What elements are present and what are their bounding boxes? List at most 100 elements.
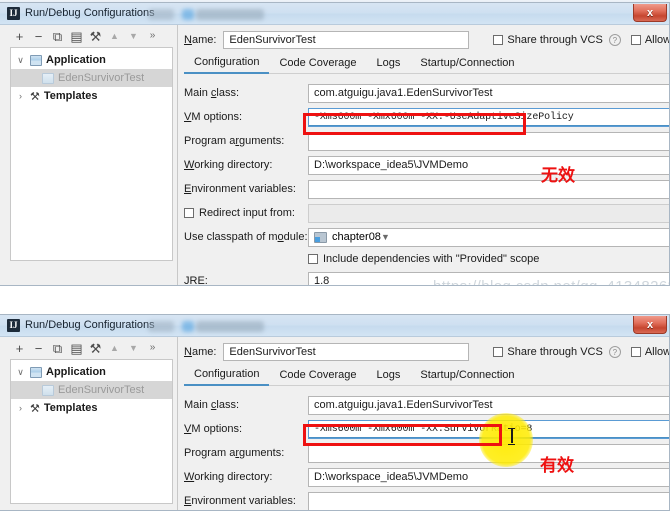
use-classpath-row: Use classpath of module: chapter08 ▼ [184,225,669,249]
main-class-input[interactable]: com.atguigu.java1.EdenSurvivorTest [308,83,669,103]
working-directory-input[interactable]: D:\workspace_idea5\JVMDemo ▼ [308,467,669,487]
tab-logs[interactable]: Logs [367,57,411,73]
idea-icon: IJ [7,319,20,332]
include-dependencies-checkbox[interactable]: Include dependencies with "Provided" sco… [308,253,669,265]
move-up-icon[interactable]: ▲ [105,339,124,357]
application-icon [30,366,42,378]
checkbox-box[interactable] [630,347,641,357]
expander-icon[interactable]: › [15,91,26,101]
expander-icon[interactable]: › [15,403,26,413]
csdn-watermark: https://blog.csdn.net/qq_41348268 [433,278,669,285]
name-input[interactable]: EdenSurvivorTest [223,31,470,49]
redirect-input-field [308,203,669,223]
copy-configuration-icon[interactable]: ⧉ [48,339,67,357]
tree-item-templates[interactable]: › ⚒ Templates [11,87,172,105]
redirect-input-checkbox[interactable] [184,208,194,218]
tree-item-application[interactable]: ∨ Application [11,363,172,381]
tree-item-label: EdenSurvivorTest [58,384,145,396]
include-dependencies-label: Include dependencies with "Provided" sco… [323,253,540,265]
title-bar-top[interactable]: IJ Run/Debug Configurations x [0,3,669,25]
name-input[interactable]: EdenSurvivorTest [223,343,470,361]
share-through-vcs-checkbox[interactable]: Share through VCS [493,34,603,46]
tab-startup-connection[interactable]: Startup/Connection [410,57,524,73]
configurations-sidebar: + − ⧉ ▤ ⚒ ▲ ▼ » ∨ Application EdenSurviv… [0,337,178,510]
sidebar-toolbar: + − ⧉ ▤ ⚒ ▲ ▼ » [0,337,177,359]
idea-icon: IJ [7,7,20,20]
configurations-tree[interactable]: ∨ Application EdenSurvivorTest › ⚒ Templ… [10,359,173,504]
run-debug-configurations-window-top: IJ Run/Debug Configurations x + − ⧉ ▤ ⚒ … [0,2,670,286]
tab-logs[interactable]: Logs [367,369,411,385]
tree-item-edensurvivortest[interactable]: EdenSurvivorTest [11,69,172,87]
run-config-icon [42,384,54,396]
program-arguments-input[interactable] [308,131,669,151]
edit-templates-wrench-icon[interactable]: ⚒ [86,339,105,357]
edit-templates-wrench-icon[interactable]: ⚒ [86,27,105,45]
working-directory-value: D:\workspace_idea5\JVMDemo [314,471,469,483]
wrench-icon: ⚒ [30,90,40,103]
more-options-icon[interactable]: » [143,339,162,357]
screenshot-root: IJ Run/Debug Configurations x + − ⧉ ▤ ⚒ … [0,0,670,511]
save-configuration-icon[interactable]: ▤ [67,339,86,357]
add-configuration-button[interactable]: + [10,339,29,357]
redirect-input-row: Redirect input from: [184,201,669,225]
help-icon[interactable]: ? [608,346,621,358]
vm-options-label: VM options: [184,111,243,123]
environment-variables-input[interactable] [308,179,669,199]
combobox-adornments: ▼ [381,231,390,243]
environment-variables-input[interactable] [308,491,669,510]
chevron-down-icon[interactable]: ▼ [381,232,390,242]
copy-configuration-icon[interactable]: ⧉ [48,27,67,45]
move-down-icon[interactable]: ▼ [124,339,143,357]
tab-configuration[interactable]: Configuration [184,368,270,386]
tree-item-edensurvivortest[interactable]: EdenSurvivorTest [11,381,172,399]
redirect-input-text: Redirect input from: [199,207,295,219]
move-up-icon[interactable]: ▲ [105,27,124,45]
help-icon[interactable]: ? [608,34,621,46]
tab-code-coverage[interactable]: Code Coverage [269,369,366,385]
move-down-icon[interactable]: ▼ [124,27,143,45]
expander-icon[interactable]: ∨ [15,55,26,66]
checkbox-box[interactable] [493,35,504,45]
window-body-bottom: + − ⧉ ▤ ⚒ ▲ ▼ » ∨ Application EdenSurviv… [0,337,670,510]
allow-parallel-run-label: Allow parallel run [644,346,670,358]
tab-startup-connection[interactable]: Startup/Connection [410,369,524,385]
tree-item-application[interactable]: ∨ Application [11,51,172,69]
vm-options-input[interactable]: -Xms600m -Xmx600m -XX:-UseAdaptiveSizePo… [308,107,669,127]
tree-item-templates[interactable]: › ⚒ Templates [11,399,172,417]
main-class-label: Main class: [184,87,240,99]
tree-item-label: Application [46,54,106,66]
add-configuration-button[interactable]: + [10,27,29,45]
use-classpath-combobox[interactable]: chapter08 ▼ [308,227,669,247]
tab-code-coverage[interactable]: Code Coverage [269,57,366,73]
checkbox-box[interactable] [630,35,641,45]
checkbox-box[interactable] [308,254,318,264]
annotation-invalid: 无效 [541,166,575,186]
allow-parallel-run-checkbox[interactable]: Allow parallel run [630,34,669,46]
configuration-pane-top: Name: EdenSurvivorTest Share through VCS… [178,25,669,285]
close-button[interactable]: x [633,4,667,22]
more-options-icon[interactable]: » [143,27,162,45]
main-class-row: Main class: com.atguigu.java1.EdenSurviv… [184,393,669,417]
vm-options-row: VM options: -Xms600m -Xmx600m -XX:-UseAd… [184,105,669,129]
vm-options-value: -Xms600m -Xmx600m -XX:-UseAdaptiveSizePo… [314,111,574,123]
remove-configuration-button[interactable]: − [29,27,48,45]
window-title: Run/Debug Configurations [25,7,155,19]
tab-configuration[interactable]: Configuration [184,56,270,74]
close-button[interactable]: x [633,316,667,334]
share-through-vcs-checkbox[interactable]: Share through VCS [493,346,603,358]
tree-item-label: Application [46,366,106,378]
expander-icon[interactable]: ∨ [15,367,26,378]
run-debug-configurations-window-bottom: IJ Run/Debug Configurations x + − ⧉ ▤ ⚒ … [0,314,670,511]
configuration-form-top: Main class: com.atguigu.java1.EdenSurviv… [184,81,669,285]
main-class-input[interactable]: com.atguigu.java1.EdenSurvivorTest [308,395,669,415]
blurred-title-artifact [148,321,174,332]
remove-configuration-button[interactable]: − [29,339,48,357]
title-bar-bottom[interactable]: IJ Run/Debug Configurations x [0,315,669,337]
configurations-tree[interactable]: ∨ Application EdenSurvivorTest › ⚒ Templ… [10,47,173,261]
save-configuration-icon[interactable]: ▤ [67,27,86,45]
window-title: Run/Debug Configurations [25,319,155,331]
blurred-title-artifact [182,9,194,20]
checkbox-box[interactable] [493,347,504,357]
working-directory-input[interactable]: D:\workspace_idea5\JVMDemo ▼ [308,155,669,175]
allow-parallel-run-checkbox[interactable]: Allow parallel run [630,346,670,358]
